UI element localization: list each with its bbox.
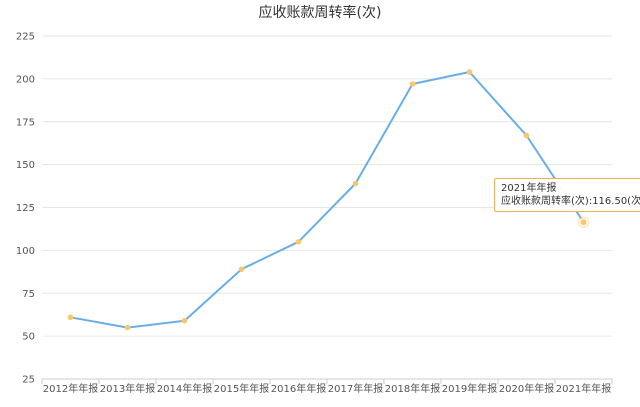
y-tick-label: 175 (16, 117, 35, 128)
tooltip-value: 116.50(次) (592, 196, 640, 207)
x-tick-label: 2013年年报 (100, 382, 155, 395)
chart-title: 应收账款周转率(次) (259, 4, 382, 21)
chart-container: 应收账款周转率(次) 2012年年报 2013年年报 2014年年报 2015年年报 2… (0, 0, 640, 407)
x-tick-label: 2018年年报 (385, 382, 440, 395)
y-tick-label: 25 (22, 375, 35, 386)
y-tick-label: 150 (16, 160, 35, 171)
x-tick-label: 2016年年报 (271, 382, 326, 395)
x-tick-label: 2019年年报 (442, 382, 497, 395)
y-axis: 25 50 75 100 125 150 175 200 225 (16, 32, 35, 386)
x-tick-label: 2021年年报 (556, 382, 611, 395)
tooltip-value-row: 应收账款周转率(次):116.50(次) (501, 195, 640, 208)
data-point (295, 239, 302, 245)
tooltip-label: 应收账款周转率(次) (501, 196, 589, 207)
data-point (124, 324, 131, 331)
data-point (466, 69, 473, 75)
y-tick-label: 75 (22, 289, 35, 300)
y-tick-label: 125 (16, 203, 35, 214)
x-tick-label: 2012年年报 (43, 382, 98, 395)
x-tick-label: 2017年年报 (328, 382, 383, 395)
y-tick-label: 50 (22, 332, 35, 343)
data-point (409, 81, 416, 87)
data-point (523, 132, 530, 139)
tooltip-category: 2021年年报 (501, 183, 557, 194)
data-point (67, 314, 74, 321)
data-point (352, 180, 359, 187)
data-point (181, 317, 188, 324)
data-point (579, 218, 588, 227)
x-tick-label: 2020年年报 (499, 382, 554, 395)
x-tick-label: 2014年年报 (157, 382, 212, 395)
y-tick-label: 200 (16, 74, 35, 85)
tooltip: 2021年年报 应收账款周转率(次):116.50(次) (494, 178, 640, 212)
y-tick-label: 100 (16, 246, 35, 257)
x-tick-label: 2015年年报 (214, 382, 269, 395)
data-point (238, 266, 245, 273)
x-axis: 2012年年报 2013年年报 2014年年报 2015年年报 2016年年报 2017年… (41, 378, 613, 395)
y-tick-label: 225 (16, 32, 35, 43)
